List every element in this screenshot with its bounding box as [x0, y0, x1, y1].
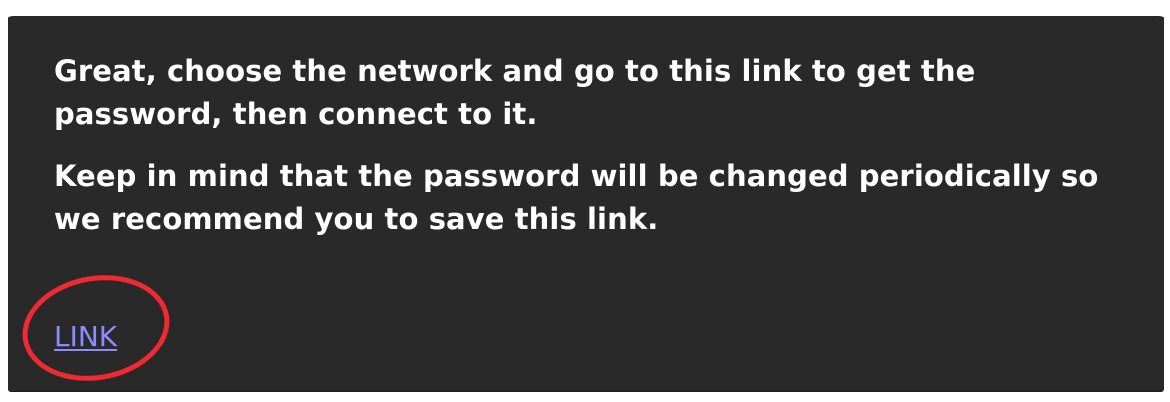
message-link[interactable]: LINK — [54, 320, 117, 353]
top-strip — [0, 0, 1170, 12]
message-link-container: LINK — [54, 310, 194, 364]
message-body: Great, choose the network and go to this… — [54, 50, 1114, 260]
message-paragraph-2: Keep in mind that the password will be c… — [54, 159, 1099, 236]
message-paragraph-1: Great, choose the network and go to this… — [54, 54, 976, 131]
chat-message-card: Great, choose the network and go to this… — [8, 12, 1164, 391]
